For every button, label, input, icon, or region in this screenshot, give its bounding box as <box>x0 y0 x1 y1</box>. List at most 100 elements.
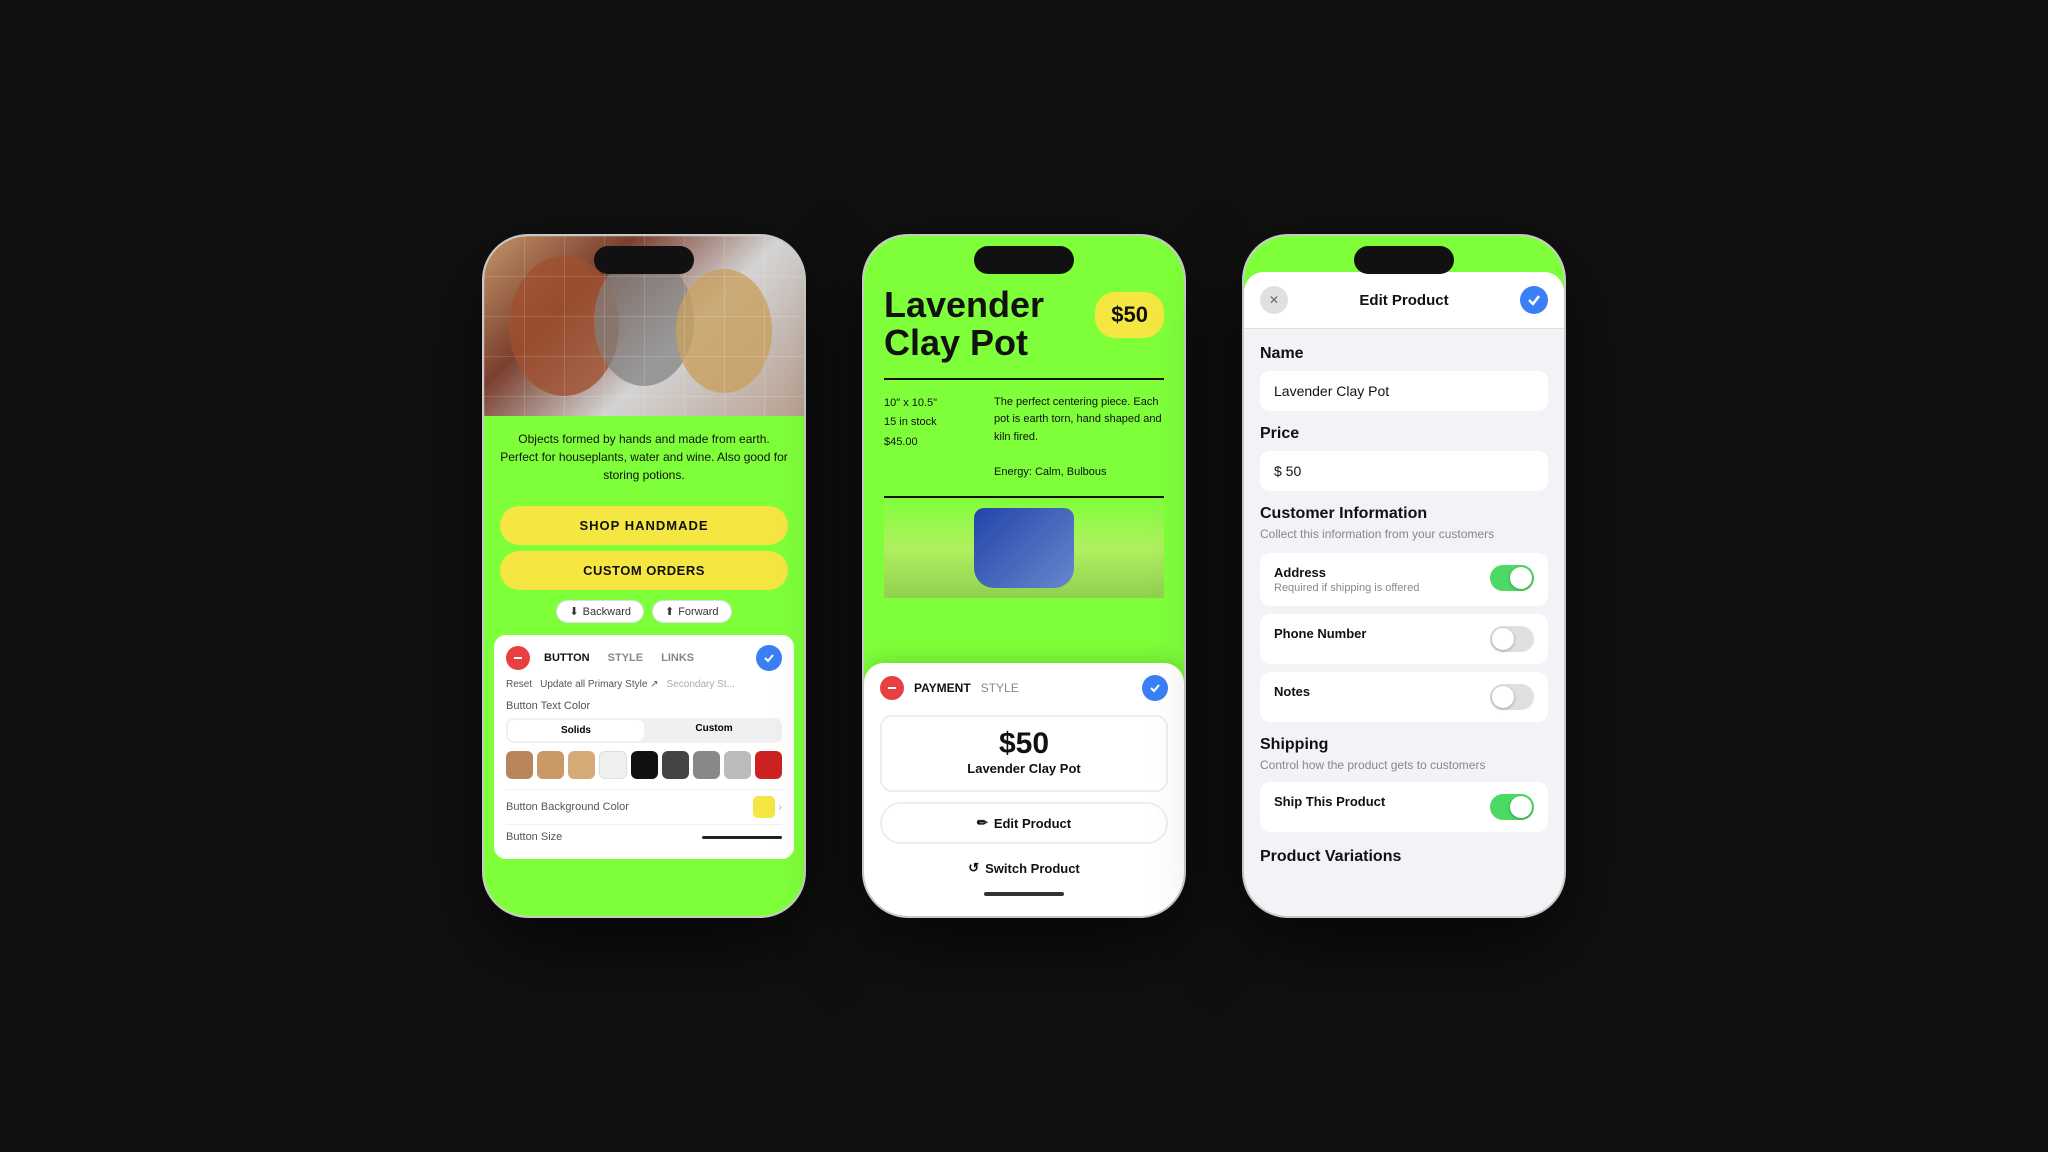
payment-info: $50 Lavender Clay Pot <box>880 715 1168 792</box>
update-primary-style-button[interactable]: Update all Primary Style ↗ <box>540 679 658 690</box>
spec-size: 10" x 10.5" <box>884 394 974 414</box>
panel-tabs: BUTTON STYLE LINKS <box>506 645 782 671</box>
ship-product-label-group: Ship This Product <box>1274 794 1478 809</box>
shipping-sub: Control how the product gets to customer… <box>1260 758 1548 772</box>
layer-toolbar: ⬇ Backward ⬆ Forward <box>500 600 788 623</box>
switch-product-button[interactable]: ↺ Switch Product <box>880 852 1168 884</box>
notes-toggle[interactable] <box>1490 684 1534 710</box>
name-label: Name <box>1260 345 1548 363</box>
color-swatches <box>506 751 782 779</box>
payment-panel: PAYMENT STYLE $50 Lavender Clay Pot ✏ Ed… <box>864 663 1184 916</box>
hero-description: Objects formed by hands and made from ea… <box>500 430 788 484</box>
forward-button[interactable]: ⬆ Forward <box>652 600 732 623</box>
phone-3: ✕ Edit Product Name Price Customer Infor… <box>1244 236 1564 916</box>
phone-toggle[interactable] <box>1490 626 1534 652</box>
ship-product-toggle-row: Ship This Product <box>1260 782 1548 832</box>
ship-product-toggle[interactable] <box>1490 794 1534 820</box>
phone-toggle-row: Phone Number <box>1260 614 1548 664</box>
phone1-screen: Objects formed by hands and made from ea… <box>484 236 804 916</box>
solids-tab[interactable]: Solids <box>508 720 644 741</box>
edit-panel-body: Name Price Customer Information Collect … <box>1244 329 1564 916</box>
secondary-style-label: Secondary St... <box>667 679 735 690</box>
tab-links[interactable]: LINKS <box>657 650 698 666</box>
size-slider[interactable] <box>702 836 782 839</box>
payment-panel-header: PAYMENT STYLE <box>880 675 1168 701</box>
toggle-knob <box>1510 567 1532 589</box>
close-button[interactable]: ✕ <box>1260 286 1288 314</box>
price-input[interactable] <box>1260 451 1548 491</box>
tab-style[interactable]: STYLE <box>604 650 647 666</box>
swatch-light-gray[interactable] <box>724 751 751 779</box>
notes-label: Notes <box>1274 684 1478 699</box>
address-toggle[interactable] <box>1490 565 1534 591</box>
toggle-knob <box>1510 796 1532 818</box>
edit-product-button[interactable]: ✏ Edit Product <box>880 802 1168 844</box>
swatch-gray[interactable] <box>693 751 720 779</box>
customer-info-sub: Collect this information from your custo… <box>1260 527 1548 541</box>
close-icon: ✕ <box>1269 293 1279 307</box>
swatch-dark-gray[interactable] <box>662 751 689 779</box>
price-label: Price <box>1260 425 1548 443</box>
btn-bg-color-value[interactable]: › <box>753 796 782 818</box>
yellow-color-swatch[interactable] <box>753 796 775 818</box>
swatch-red[interactable] <box>755 751 782 779</box>
edit-panel-header: ✕ Edit Product <box>1244 272 1564 329</box>
swatch-black[interactable] <box>631 751 658 779</box>
swatch-white[interactable] <box>599 751 626 779</box>
confirm-button[interactable] <box>1142 675 1168 701</box>
payment-price: $50 <box>882 727 1166 761</box>
btn-bg-color-row: Button Background Color › <box>506 789 782 824</box>
payment-product-name: Lavender Clay Pot <box>882 761 1166 776</box>
confirm-button[interactable] <box>756 645 782 671</box>
product-specs: 10" x 10.5" 15 in stock $45.00 <box>884 394 974 482</box>
notch <box>974 246 1074 274</box>
btn-size-row: Button Size <box>506 824 782 849</box>
phone-label: Phone Number <box>1274 626 1478 641</box>
style-panel: BUTTON STYLE LINKS Reset Update all Prim… <box>494 635 794 859</box>
shop-handmade-button[interactable]: SHOP HANDMADE <box>500 506 788 545</box>
home-bar <box>984 892 1064 896</box>
backward-icon: ⬇ <box>569 605 578 618</box>
pencil-icon: ✏ <box>977 815 988 831</box>
custom-tab[interactable]: Custom <box>646 718 782 743</box>
name-input[interactable] <box>1260 371 1548 411</box>
payment-tab[interactable]: PAYMENT <box>914 681 971 695</box>
spec-price: $45.00 <box>884 433 974 453</box>
customer-info-title: Customer Information <box>1260 505 1548 523</box>
product-card: LavenderClay Pot $50 10" x 10.5" 15 in s… <box>864 236 1184 618</box>
chevron-right-icon: › <box>779 802 782 813</box>
product-image-area <box>884 498 1164 598</box>
phone-label-group: Phone Number <box>1274 626 1478 641</box>
phone-1: Objects formed by hands and made from ea… <box>484 236 804 916</box>
edit-panel-title: Edit Product <box>1359 292 1448 309</box>
product-details: 10" x 10.5" 15 in stock $45.00 The perfe… <box>884 380 1164 498</box>
address-toggle-row: Address Required if shipping is offered <box>1260 553 1548 606</box>
product-description: The perfect centering piece. Each pot is… <box>994 394 1164 482</box>
swatch-brown[interactable] <box>506 751 533 779</box>
description-section: Objects formed by hands and made from ea… <box>484 416 804 496</box>
backward-button[interactable]: ⬇ Backward <box>556 600 644 623</box>
custom-orders-button[interactable]: CUSTOM ORDERS <box>500 551 788 590</box>
notes-toggle-row: Notes <box>1260 672 1548 722</box>
section-divider: Shipping Control how the product gets to… <box>1260 736 1548 772</box>
address-label: Address <box>1274 565 1478 580</box>
product-variations-title: Product Variations <box>1260 840 1548 866</box>
style-tab[interactable]: STYLE <box>981 681 1019 695</box>
tab-button[interactable]: BUTTON <box>540 650 594 666</box>
notch <box>594 246 694 274</box>
swatch-tan[interactable] <box>537 751 564 779</box>
btn-bg-color-label: Button Background Color <box>506 801 629 813</box>
pot-image <box>974 508 1074 588</box>
confirm-button[interactable] <box>1520 286 1548 314</box>
reset-button[interactable]: Reset <box>506 679 532 690</box>
delete-element-button[interactable] <box>506 646 530 670</box>
product-header: LavenderClay Pot $50 <box>884 286 1164 380</box>
btn-size-label: Button Size <box>506 831 562 843</box>
swatch-light-tan[interactable] <box>568 751 595 779</box>
phone-2: LavenderClay Pot $50 10" x 10.5" 15 in s… <box>864 236 1184 916</box>
ship-product-label: Ship This Product <box>1274 794 1478 809</box>
edit-product-panel: ✕ Edit Product Name Price Customer Infor… <box>1244 272 1564 916</box>
color-mode-tabs: Solids Custom <box>506 718 782 743</box>
delete-button[interactable] <box>880 676 904 700</box>
product-name: LavenderClay Pot <box>884 286 1044 362</box>
